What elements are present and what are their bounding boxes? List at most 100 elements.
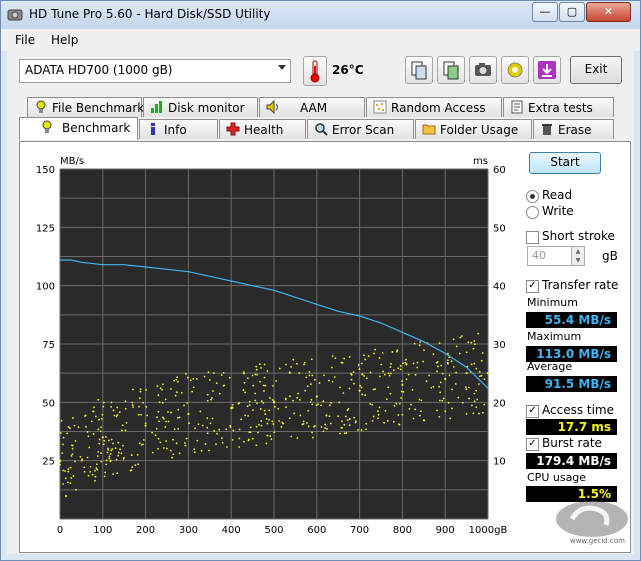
access-time-point [92,410,94,413]
y-right-tick-label: 20 [493,398,506,409]
access-time-point [430,387,433,389]
access-time-point [419,414,421,417]
save-button[interactable] [533,56,561,84]
start-button[interactable]: Start [529,152,601,174]
access-time-point [449,417,452,420]
access-time-point [275,380,278,382]
tab-folder-usage[interactable]: Folder Usage [415,119,532,139]
access-time-point [401,380,404,383]
copy-info-button[interactable] [405,56,433,84]
access-time-point [110,405,113,408]
access-time-point [139,388,142,391]
access-time-point [131,401,134,404]
menu-file[interactable]: File [15,33,35,47]
access-time-point [344,415,347,418]
access-time-point [285,363,287,366]
access-time-point [285,406,287,408]
access-time-point [208,379,211,381]
access-time-point [367,355,370,357]
access-time-point [384,410,387,412]
access-time-point [468,397,470,400]
tab-extra-tests[interactable]: Extra tests [503,97,614,117]
short-stroke-checkbox[interactable] [526,231,539,244]
access-time-point [372,415,375,418]
access-time-point [238,428,241,431]
burst-rate-checkbox[interactable]: ✓ [526,438,539,451]
main-client: ADATA HD700 (1000 gB) 26°C Exit File Ben… [7,51,634,554]
tab-erase[interactable]: Erase [533,119,614,139]
access-time-point [94,469,96,472]
access-time-point [101,436,104,439]
access-time-point [161,388,164,391]
access-time-point [470,341,473,344]
disk-monitor-icon [151,101,162,113]
options-button[interactable] [501,56,529,84]
access-time-value: 17.7 ms [526,419,617,435]
access-time-point [363,354,365,357]
drive-select[interactable]: ADATA HD700 (1000 gB) [19,59,291,83]
access-time-point [297,392,300,395]
access-time-point [212,390,214,392]
close-button[interactable]: ✕ [586,2,631,22]
access-time-point [311,374,314,377]
tab-info[interactable]: Info [139,119,218,139]
access-time-point [348,424,351,426]
tab-label: Disk monitor [168,101,245,115]
access-time-point [192,386,195,389]
access-time-point [69,427,71,430]
access-time-point [471,404,473,407]
access-time-point [248,404,251,407]
exit-button[interactable]: Exit [570,56,622,84]
access-time-point [177,416,179,419]
tab-aam[interactable]: AAM [259,97,365,117]
access-time-point [475,389,478,392]
burst-rate-value: 179.4 MB/s [526,453,617,469]
read-radio[interactable] [526,190,539,203]
access-time-point [416,366,419,369]
screenshot-button[interactable] [469,56,497,84]
tab-file-benchmark[interactable]: File Benchmark [27,97,144,117]
access-time-point [407,373,410,376]
access-time-checkbox[interactable]: ✓ [526,405,539,418]
menu-help[interactable]: Help [51,33,78,47]
tab-disk-monitor[interactable]: Disk monitor [143,97,258,117]
access-time-point [288,371,291,374]
access-time-point [360,386,363,389]
access-time-point [365,428,367,431]
access-time-point [436,409,438,412]
access-time-point [348,387,351,390]
access-time-point [90,420,93,423]
access-time-point [438,385,441,388]
temperature-button[interactable] [303,56,327,86]
spinner-arrows-icon[interactable]: ▲ ▼ [571,247,584,265]
tab-random-access[interactable]: Random Access [366,97,502,117]
access-time-point [162,447,165,449]
access-time-point [206,399,209,402]
copy-screen-button[interactable] [437,56,465,84]
tab-health[interactable]: Health [219,119,306,139]
y-right-tick-label: 40 [493,282,506,293]
access-time-point [328,404,331,407]
access-time-point [329,422,332,425]
access-time-point [293,412,296,415]
access-time-point [380,363,383,366]
access-time-point [87,435,90,438]
access-time-point [102,405,105,408]
y-left-tick-label: 150 [36,165,55,176]
short-stroke-spinner[interactable]: 40 ▲ ▼ [527,246,585,266]
minimum-label: Minimum [527,296,578,309]
access-time-point [170,411,172,414]
minimize-button[interactable]: — [532,2,558,22]
transfer-rate-checkbox[interactable]: ✓ [526,280,539,293]
access-time-point [102,401,105,404]
tab-error-scan[interactable]: Error Scan [307,119,414,139]
maximize-button[interactable]: ▢ [559,2,585,22]
access-time-point [360,429,363,431]
access-time-point [167,420,170,423]
access-time-point [254,399,257,402]
access-time-point [83,466,86,469]
transfer-rate-label: Transfer rate [542,278,619,292]
access-time-point [307,425,310,428]
tab-benchmark[interactable]: Benchmark [19,117,138,140]
write-radio[interactable] [526,206,539,219]
